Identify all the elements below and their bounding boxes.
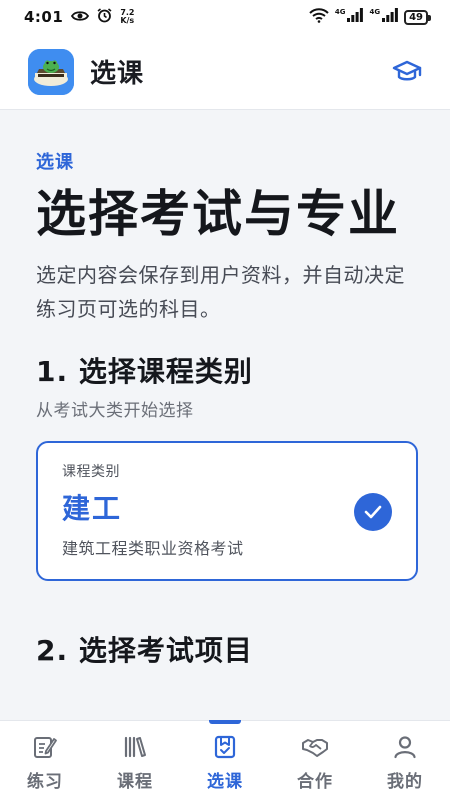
signal-icon xyxy=(382,8,398,26)
step1-subtitle: 从考试大类开始选择 xyxy=(36,401,194,421)
category-label: 课程类别 xyxy=(62,464,120,480)
status-right: 4G 4G 49 xyxy=(309,7,431,27)
status-left: 4:01 7.2 K/s xyxy=(24,7,134,27)
nav-label-cooperation: 合作 xyxy=(297,772,333,792)
category-value: 建工 xyxy=(62,492,123,525)
nav-item-cooperation[interactable]: 合作 xyxy=(270,721,360,800)
app-title: 选课 xyxy=(90,59,145,89)
graduation-cap-icon[interactable] xyxy=(392,57,422,87)
page-eyebrow: 选课 xyxy=(36,152,74,173)
app-logo-icon[interactable] xyxy=(28,48,74,95)
page-title: 选择考试与专业 xyxy=(36,185,400,243)
nav-item-profile[interactable]: 我的 xyxy=(360,721,450,800)
category-description: 建筑工程类职业资格考试 xyxy=(62,539,244,558)
status-bar: 4:01 7.2 K/s 4G 4G 49 xyxy=(0,0,450,34)
nav-label-courses: 课程 xyxy=(117,772,153,792)
network-speed: 7.2 K/s xyxy=(120,9,134,25)
edit-note-icon xyxy=(31,733,59,761)
speed-unit: K/s xyxy=(120,16,135,25)
status-time: 4:01 xyxy=(24,8,64,26)
handshake-icon xyxy=(301,733,329,761)
check-icon xyxy=(354,493,392,531)
network-label-2: 4G xyxy=(369,8,381,16)
nav-label-profile: 我的 xyxy=(387,772,423,792)
signal-icon xyxy=(347,8,364,26)
eye-icon xyxy=(71,8,90,26)
battery-icon: 49 xyxy=(404,9,431,25)
books-icon xyxy=(121,733,149,761)
main-content[interactable]: 选课 选择考试与专业 选定内容会保存到用户资料，并自动决定练习页可选的科目。 1… xyxy=(0,110,450,720)
alarm-icon xyxy=(97,7,112,27)
step1-title: 1. 选择课程类别 xyxy=(36,355,253,388)
network-label-1: 4G xyxy=(334,8,346,16)
nav-item-practice[interactable]: 练习 xyxy=(0,721,90,800)
person-icon xyxy=(391,733,419,761)
nav-label-practice: 练习 xyxy=(27,772,63,792)
nav-item-courses[interactable]: 课程 xyxy=(90,721,180,800)
app-header: 选课 xyxy=(0,34,450,110)
bottom-nav: 练习 课程 选课 合作 我的 xyxy=(0,720,450,800)
nav-item-select-course[interactable]: 选课 xyxy=(180,720,270,800)
bookmark-check-icon xyxy=(211,733,239,761)
nav-label-select-course: 选课 xyxy=(207,772,243,792)
active-indicator xyxy=(209,720,241,724)
page-intro: 选定内容会保存到用户资料，并自动决定练习页可选的科目。 xyxy=(36,263,405,321)
step2-title: 2. 选择考试项目 xyxy=(36,634,253,667)
wifi-icon xyxy=(309,7,329,27)
category-card[interactable]: 课程类别 建工 建筑工程类职业资格考试 xyxy=(36,441,418,581)
